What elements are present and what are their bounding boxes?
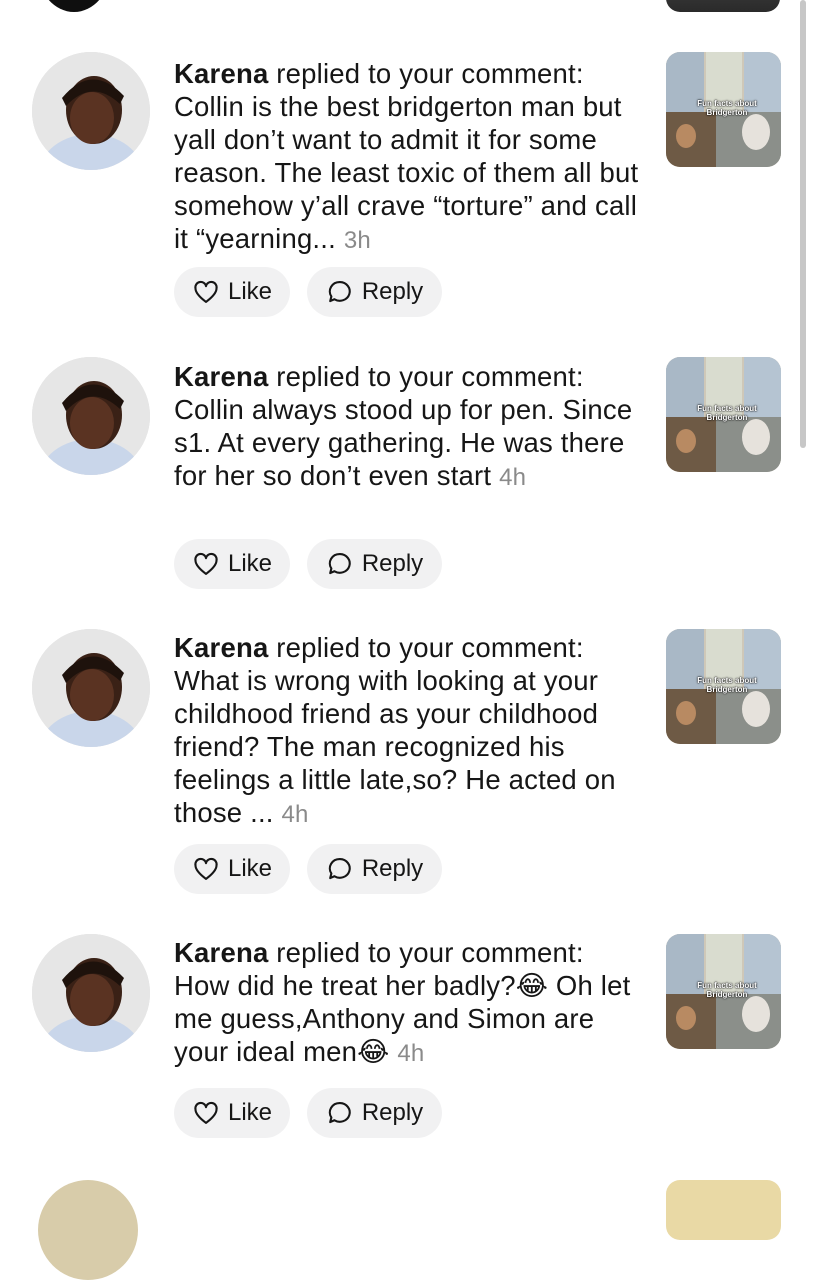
reply-label: Reply (361, 550, 424, 577)
timestamp: 4h (499, 464, 527, 491)
timestamp: 4h (397, 1040, 425, 1067)
video-thumbnail[interactable]: Fun facts about Bridgerton (666, 357, 781, 472)
username[interactable]: Karena (174, 632, 268, 663)
thumbnail-caption: Fun facts about Bridgerton (697, 676, 757, 694)
previous-video-thumbnail[interactable] (666, 0, 780, 12)
comment-bubble-icon (328, 553, 351, 575)
like-button[interactable]: Like (174, 267, 290, 317)
comment-text: Karena replied to your comment: Collin a… (174, 360, 644, 494)
comment-body: Collin always stood up for pen. Since s1… (174, 394, 633, 491)
username[interactable]: Karena (174, 937, 268, 968)
comment-bubble-icon (328, 1102, 351, 1124)
thumbnail-caption: Fun facts about Bridgerton (697, 981, 757, 999)
heart-icon (194, 280, 218, 303)
heart-icon (194, 552, 218, 575)
comment-body: Collin is the best bridgerton man but ya… (174, 91, 639, 254)
thumbnail-caption: Fun facts about Bridgerton (697, 404, 757, 422)
previous-avatar[interactable] (38, 0, 110, 12)
next-avatar[interactable] (38, 1180, 138, 1280)
avatar[interactable] (32, 629, 150, 747)
comment-text: Karena replied to your comment: Collin i… (174, 57, 644, 257)
reply-button[interactable]: Reply (307, 267, 442, 317)
like-button[interactable]: Like (174, 1088, 290, 1138)
reply-label: Reply (361, 855, 424, 882)
action-text: replied to your comment: (276, 361, 584, 392)
comment-bubble-icon (328, 281, 351, 303)
reply-button[interactable]: Reply (307, 844, 442, 894)
scrollbar[interactable] (800, 0, 806, 448)
avatar[interactable] (32, 52, 150, 170)
like-button[interactable]: Like (174, 539, 290, 589)
like-label: Like (227, 1099, 273, 1126)
timestamp: 4h (281, 801, 309, 828)
reply-button[interactable]: Reply (307, 539, 442, 589)
next-video-thumbnail[interactable] (666, 1180, 781, 1240)
video-thumbnail[interactable]: Fun facts about Bridgerton (666, 52, 781, 167)
thumbnail-caption: Fun facts about Bridgerton (697, 99, 757, 117)
comment-text: Karena replied to your comment: What is … (174, 631, 644, 831)
action-text: replied to your comment: (276, 58, 584, 89)
comment-body: What is wrong with looking at your child… (174, 665, 616, 828)
avatar[interactable] (32, 934, 150, 1052)
video-thumbnail[interactable]: Fun facts about Bridgerton (666, 629, 781, 744)
like-label: Like (227, 278, 273, 305)
action-text: replied to your comment: (276, 632, 584, 663)
comment-bubble-icon (328, 858, 351, 880)
username[interactable]: Karena (174, 361, 268, 392)
like-button[interactable]: Like (174, 844, 290, 894)
timestamp: 3h (343, 227, 371, 254)
reply-label: Reply (361, 1099, 424, 1126)
reply-button[interactable]: Reply (307, 1088, 442, 1138)
username[interactable]: Karena (174, 58, 268, 89)
video-thumbnail[interactable]: Fun facts about Bridgerton (666, 934, 781, 1049)
like-label: Like (227, 855, 273, 882)
avatar[interactable] (32, 357, 150, 475)
heart-icon (194, 857, 218, 880)
like-label: Like (227, 550, 273, 577)
action-text: replied to your comment: (276, 937, 584, 968)
heart-icon (194, 1101, 218, 1124)
reply-label: Reply (361, 278, 424, 305)
comment-text: Karena replied to your comment: How did … (174, 936, 644, 1070)
